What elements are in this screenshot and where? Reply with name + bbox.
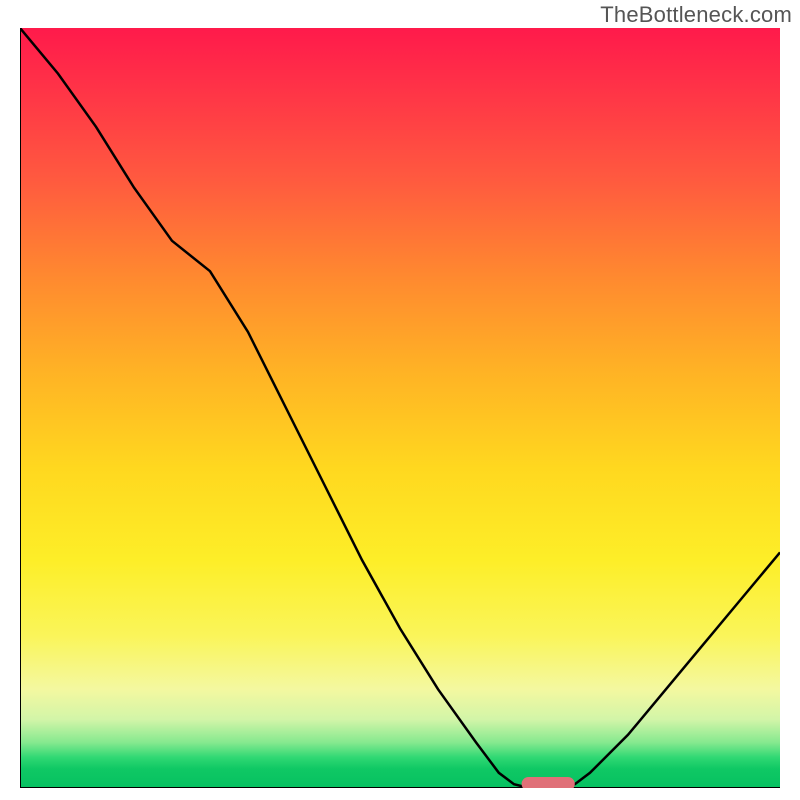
chart-plot-area: [20, 28, 780, 788]
optimal-marker: [522, 777, 575, 788]
bottleneck-curve: [20, 28, 780, 788]
chart-svg: [20, 28, 780, 788]
watermark-text: TheBottleneck.com: [600, 2, 792, 28]
